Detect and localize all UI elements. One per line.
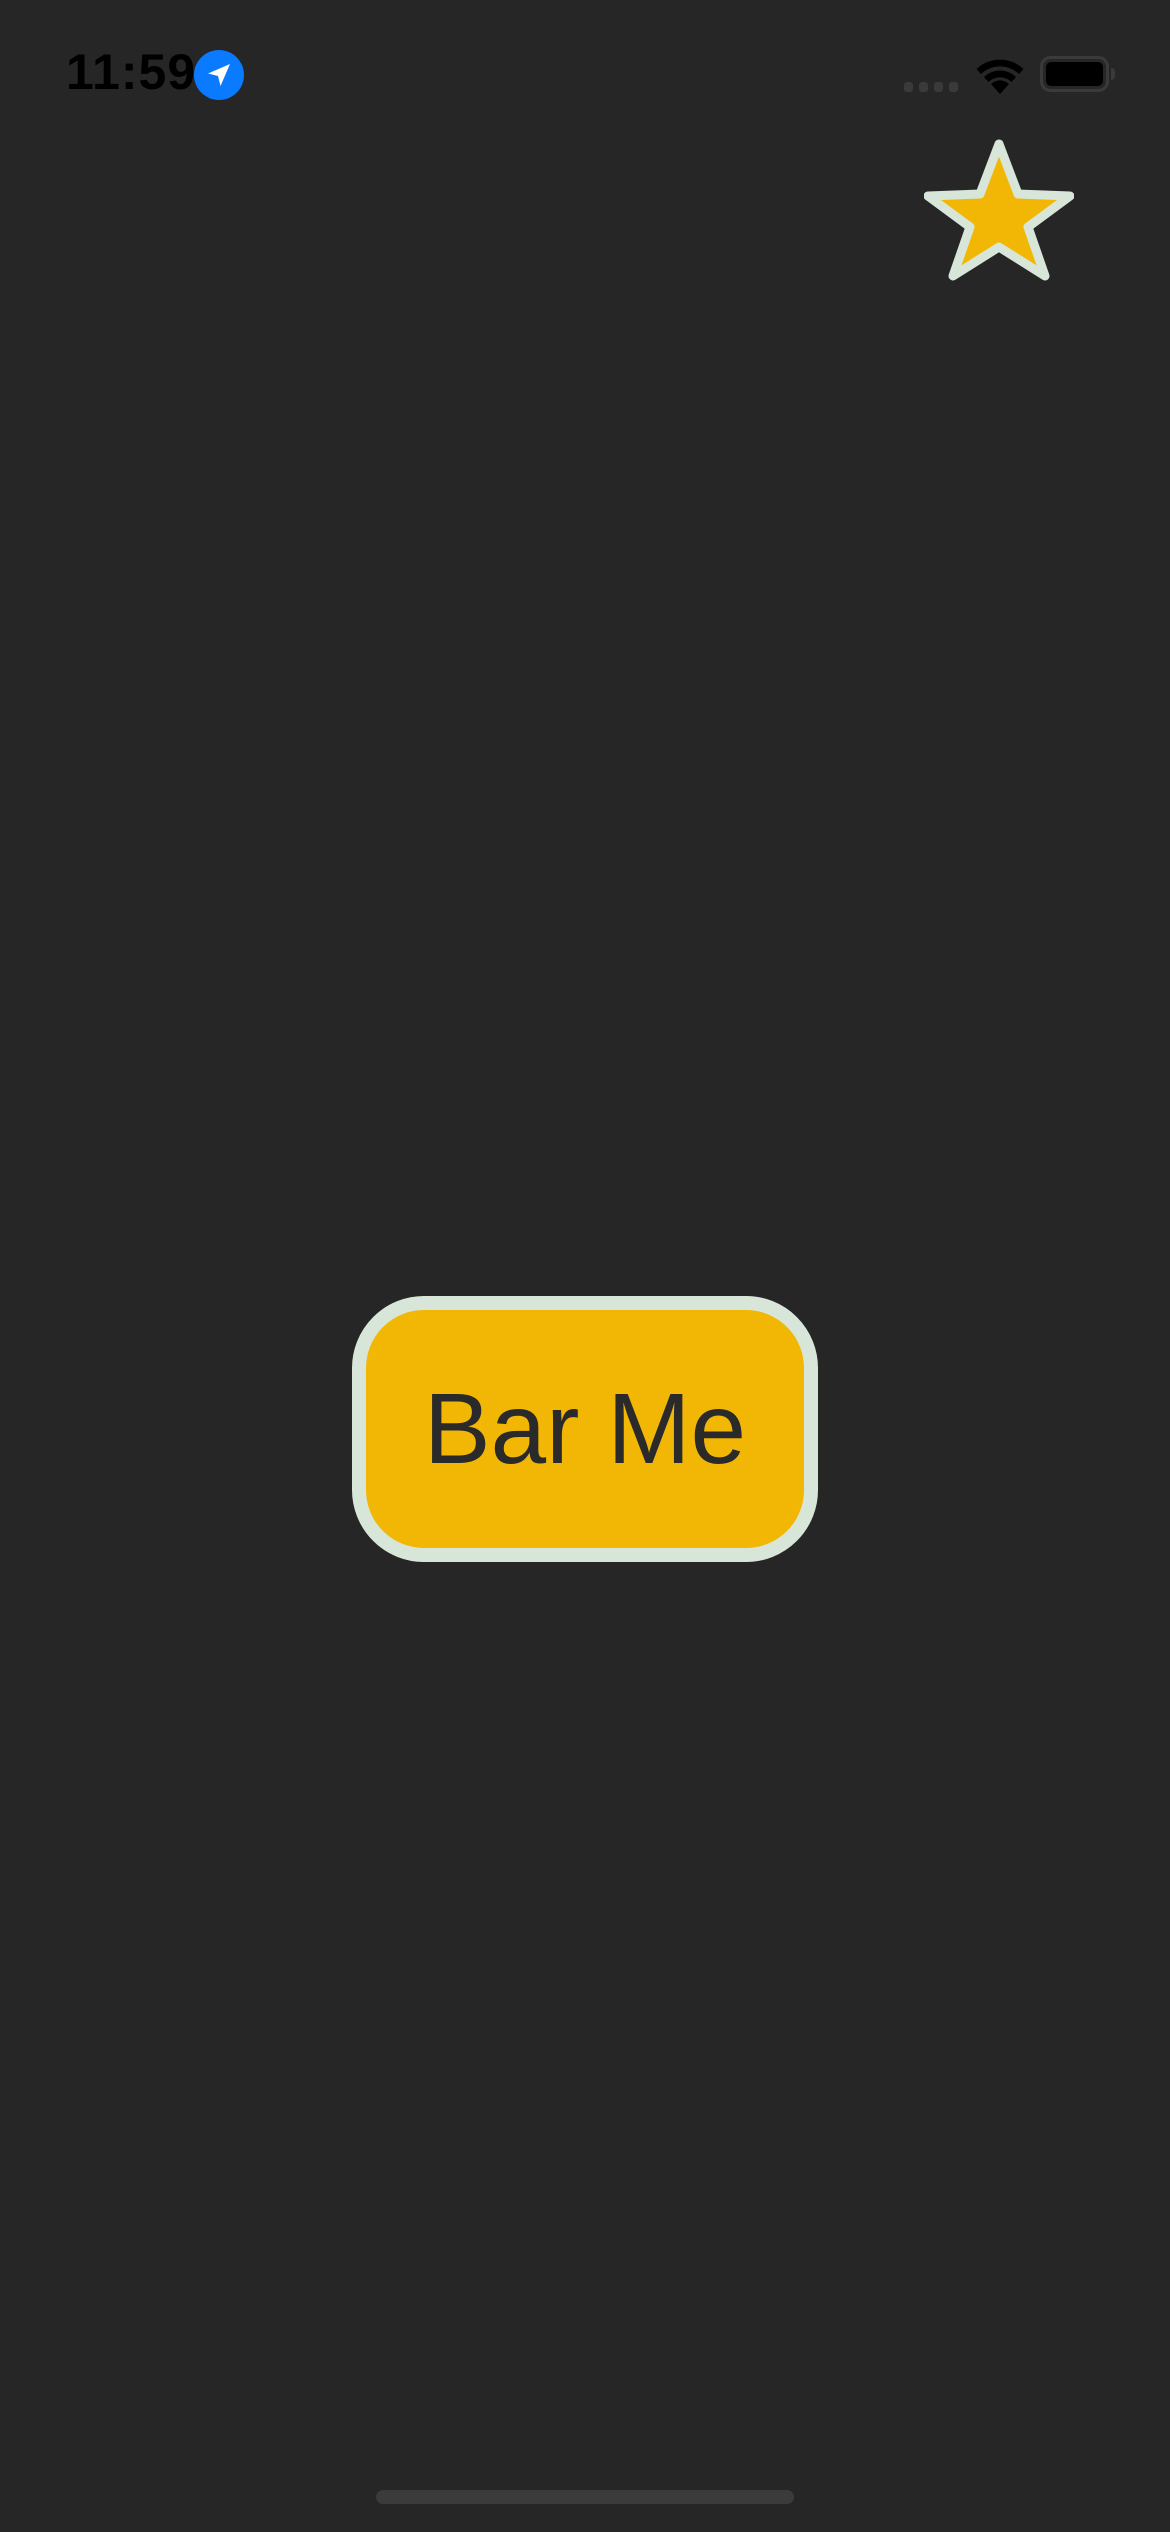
app-screen: 11:59 Bar Me [0, 0, 1170, 2532]
wifi-icon [976, 59, 1024, 94]
cellular-signal-icon [904, 82, 958, 92]
battery-full-icon [1040, 56, 1115, 92]
home-indicator[interactable] [376, 2490, 794, 2504]
location-arrow-icon [194, 50, 244, 100]
bar-me-button-label: Bar Me [423, 1373, 747, 1485]
bar-me-button[interactable]: Bar Me [352, 1296, 818, 1562]
favorite-star-button[interactable] [923, 136, 1075, 284]
status-time: 11:59 [66, 44, 197, 100]
star-icon [923, 139, 1075, 281]
